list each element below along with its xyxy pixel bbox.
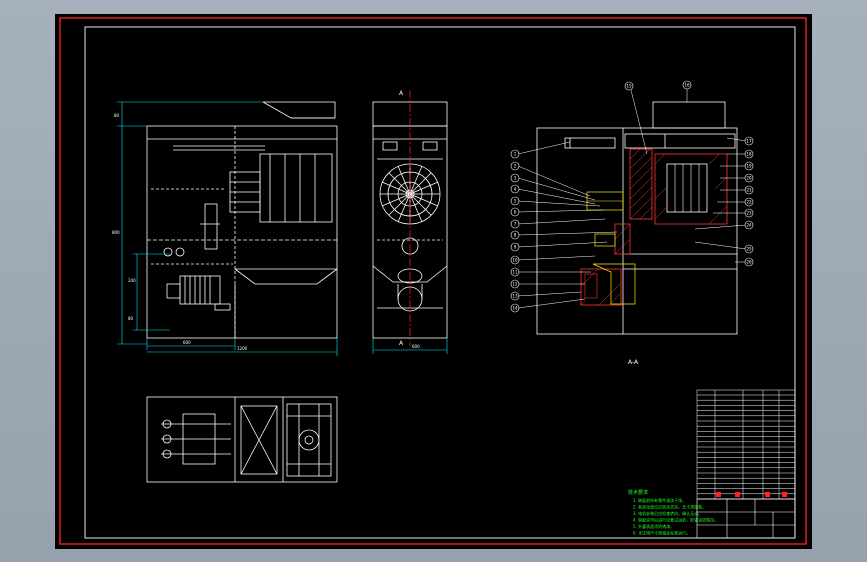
front-view-dimensions: [117, 101, 338, 356]
balloon-label: 11: [512, 270, 518, 275]
balloon-label: 24: [746, 223, 752, 228]
dim-front-bottom-b: 1200: [237, 346, 248, 351]
cad-viewport[interactable]: 80 800 240 80 600 1200 600 A A 1 2 3 4 5…: [55, 14, 812, 549]
balloon-label: 19: [746, 164, 752, 169]
note-line: 1. 装配前所有零件清洗干净。: [633, 497, 686, 503]
outer-border: [59, 17, 807, 545]
note-line: 6. 未注明尺寸按相关标准执行。: [633, 530, 690, 536]
section-mark-bottom: A: [399, 340, 404, 347]
balloon-label: 14: [512, 306, 518, 311]
section-caption: A-A: [628, 359, 639, 366]
section-mark-top: A: [399, 90, 404, 97]
balloon-label: 8: [514, 233, 517, 238]
balloon-label: 21: [746, 188, 752, 193]
note-line: 2. 各转动部位应转动灵活，无卡滞现象。: [633, 504, 706, 510]
section-hatching: [580, 148, 728, 306]
section-view: [536, 101, 738, 335]
inner-border: [84, 26, 796, 539]
balloon-label: 12: [512, 282, 518, 287]
balloon-leaders: [517, 89, 747, 309]
balloon-label: 26: [746, 260, 752, 265]
parts-list-markers: [716, 492, 787, 497]
top-view: [146, 396, 338, 483]
balloon-label: 3: [514, 176, 517, 181]
engineering-drawing: 80 800 240 80 600 1200 600 A A 123456789…: [59, 17, 807, 545]
note-line: 5. 外露表面涂防锈漆。: [633, 523, 674, 529]
balloons: 123456789101112131415 1617181920212223242…: [510, 80, 754, 313]
balloon-label: 10: [512, 258, 518, 263]
balloon-label: 9: [514, 245, 517, 250]
dim-front-bottom-a: 600: [183, 340, 191, 345]
balloon-label: 5: [514, 199, 517, 204]
balloon-label: 17: [746, 139, 752, 144]
balloon-label: 7: [514, 222, 517, 227]
balloon-label: 6: [514, 210, 517, 215]
dim-front-mid: 240: [128, 278, 136, 283]
balloon-label: 13: [512, 294, 518, 299]
balloon-label: 4: [514, 187, 517, 192]
notes-list: 1. 装配前所有零件清洗干净。2. 各转动部位应转动灵活，无卡滞现象。3. 电机…: [633, 497, 718, 536]
dim-front-low: 80: [128, 316, 134, 321]
balloon-label: 16: [684, 83, 690, 88]
dim-front-height: 800: [112, 230, 120, 235]
balloon-label: 18: [746, 152, 752, 157]
note-line: 3. 电机安装后应检查转向，确认无误。: [633, 510, 702, 516]
balloon-label: 25: [746, 247, 752, 252]
parts-list-table: [696, 389, 796, 500]
note-line: 4. 装配完毕后进行空载试运转，检查运转情况。: [633, 517, 718, 523]
balloon-label: 2: [514, 164, 517, 169]
balloon-label: 20: [746, 176, 752, 181]
notes-title: 技术要求: [628, 489, 648, 496]
balloon-label: 15: [626, 84, 632, 89]
balloon-label: 23: [746, 211, 752, 216]
front-view: [146, 101, 338, 339]
dim-side-bottom: 600: [412, 344, 420, 349]
dim-front-top: 80: [114, 113, 120, 118]
balloon-label: 1: [514, 152, 517, 157]
balloon-label: 22: [746, 200, 752, 205]
